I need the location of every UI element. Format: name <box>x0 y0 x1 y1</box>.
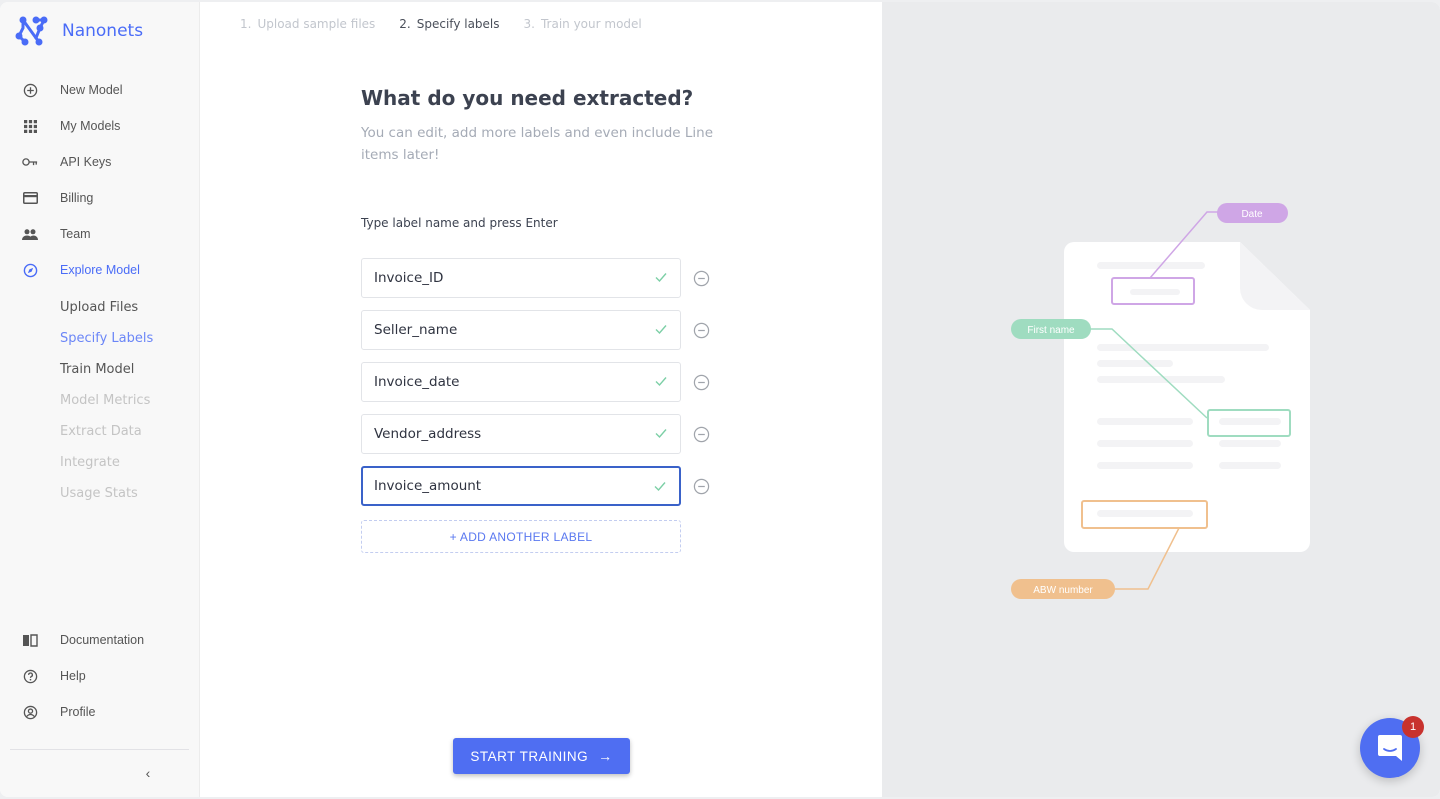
sidebar-item-label: My Models <box>60 119 121 133</box>
label-input[interactable] <box>374 478 634 494</box>
main-content: 1. Upload sample files 2. Specify labels 3… <box>201 2 881 797</box>
remove-label-icon[interactable] <box>693 426 710 443</box>
page-title: What do you need extracted? <box>361 86 694 110</box>
sidebar-item-billing[interactable]: Billing <box>0 180 199 216</box>
label-row <box>361 414 710 454</box>
remove-label-icon[interactable] <box>693 478 710 495</box>
subnav-usage-stats: Usage Stats <box>60 486 138 501</box>
subnav-upload-files[interactable]: Upload Files <box>60 292 153 323</box>
sidebar-item-profile[interactable]: Profile <box>0 694 199 730</box>
sidebar-item-explore-model[interactable]: Explore Model <box>0 252 199 288</box>
sidebar-item-label: Team <box>60 227 91 241</box>
compass-icon <box>22 262 38 278</box>
credit-card-icon <box>22 190 38 206</box>
brand[interactable]: Nanonets <box>14 14 143 48</box>
check-icon <box>654 482 666 492</box>
grid-icon <box>22 118 38 134</box>
label-field[interactable] <box>361 310 681 350</box>
sidebar-item-label: API Keys <box>60 155 112 169</box>
people-icon <box>22 226 38 242</box>
collapse-sidebar-button[interactable]: ‹ <box>140 764 156 782</box>
label-row <box>361 258 710 298</box>
date-tag-label: Date <box>1241 209 1263 220</box>
sidebar-item-team[interactable]: Team <box>0 216 199 252</box>
subnav-integrate: Integrate <box>60 455 120 470</box>
profile-icon <box>22 704 38 720</box>
step-specify-labels: 2. Specify labels <box>399 17 500 31</box>
book-icon <box>22 632 38 648</box>
label-row <box>361 362 710 402</box>
chevron-left-icon: ‹ <box>145 765 151 781</box>
app-window: Nanonets New Model My Models API Keys Bi… <box>0 2 1440 797</box>
sidebar-item-label: Profile <box>60 705 96 719</box>
sidebar-item-label: Billing <box>60 191 94 205</box>
first-name-tag-label: First name <box>1027 325 1075 336</box>
remove-label-icon[interactable] <box>693 374 710 391</box>
document-illustration: Date First name ABW number <box>1011 203 1310 599</box>
primary-nav: New Model My Models API Keys Billing Tea… <box>0 72 199 288</box>
check-icon <box>655 325 667 335</box>
plus-circle-icon <box>22 82 38 98</box>
label-input[interactable] <box>374 322 634 338</box>
check-icon <box>655 429 667 439</box>
sidebar-item-label: New Model <box>60 83 123 97</box>
sidebar-item-help[interactable]: Help <box>0 658 199 694</box>
document-fold <box>1240 242 1310 310</box>
step-upload-sample-files[interactable]: 1. Upload sample files <box>240 17 375 31</box>
sidebar-item-documentation[interactable]: Documentation <box>0 622 199 658</box>
label-list <box>361 258 710 518</box>
stepper: 1. Upload sample files 2. Specify labels 3… <box>240 17 666 31</box>
subnav-model-metrics: Model Metrics <box>60 393 151 408</box>
sidebar-item-label: Explore Model <box>60 263 140 277</box>
label-row <box>361 310 710 350</box>
remove-label-icon[interactable] <box>693 270 710 287</box>
add-another-label-button[interactable]: + ADD ANOTHER LABEL <box>361 520 681 553</box>
label-field[interactable] <box>361 362 681 402</box>
subnav-specify-labels[interactable]: Specify Labels <box>60 323 153 354</box>
label-row <box>361 466 710 506</box>
label-input[interactable] <box>374 270 634 286</box>
nanonets-logo-icon <box>15 16 48 46</box>
remove-label-icon[interactable] <box>693 322 710 339</box>
start-training-button[interactable]: START TRAINING → <box>453 738 630 774</box>
label-field[interactable] <box>361 414 681 454</box>
chat-icon <box>1378 735 1402 761</box>
sidebar-item-new-model[interactable]: New Model <box>0 72 199 108</box>
check-icon <box>655 377 667 387</box>
key-icon <box>22 154 38 170</box>
page-subtitle: You can edit, add more labels and even i… <box>361 125 714 163</box>
subnav-train-model[interactable]: Train Model <box>60 354 153 385</box>
label-input[interactable] <box>374 426 634 442</box>
explore-model-subnav: Upload Files Specify Labels Train Model … <box>60 292 153 509</box>
label-input[interactable] <box>374 374 634 390</box>
arrow-right-icon: → <box>598 748 613 764</box>
check-icon <box>655 273 667 283</box>
sidebar-divider <box>10 749 189 750</box>
sidebar-item-my-models[interactable]: My Models <box>0 108 199 144</box>
sidebar-item-label: Documentation <box>60 633 145 647</box>
brand-name: Nanonets <box>62 21 144 41</box>
abw-number-tag-label: ABW number <box>1033 585 1093 596</box>
help-circle-icon <box>22 668 38 684</box>
sidebar-item-api-keys[interactable]: API Keys <box>0 144 199 180</box>
subnav-extract-data: Extract Data <box>60 424 142 439</box>
label-input-hint: Type label name and press Enter <box>361 216 558 230</box>
label-field[interactable] <box>361 258 681 298</box>
start-training-label: START TRAINING <box>470 748 589 764</box>
label-field-focused[interactable] <box>361 466 681 506</box>
illustration-panel: Date First name ABW number <box>882 2 1440 797</box>
secondary-nav: Documentation Help Profile <box>0 622 199 730</box>
sidebar-item-label: Help <box>60 669 86 683</box>
chat-notification-badge: 1 <box>1402 716 1424 738</box>
step-train-your-model: 3. Train your model <box>523 17 642 31</box>
sidebar: Nanonets New Model My Models API Keys Bi… <box>0 2 200 797</box>
